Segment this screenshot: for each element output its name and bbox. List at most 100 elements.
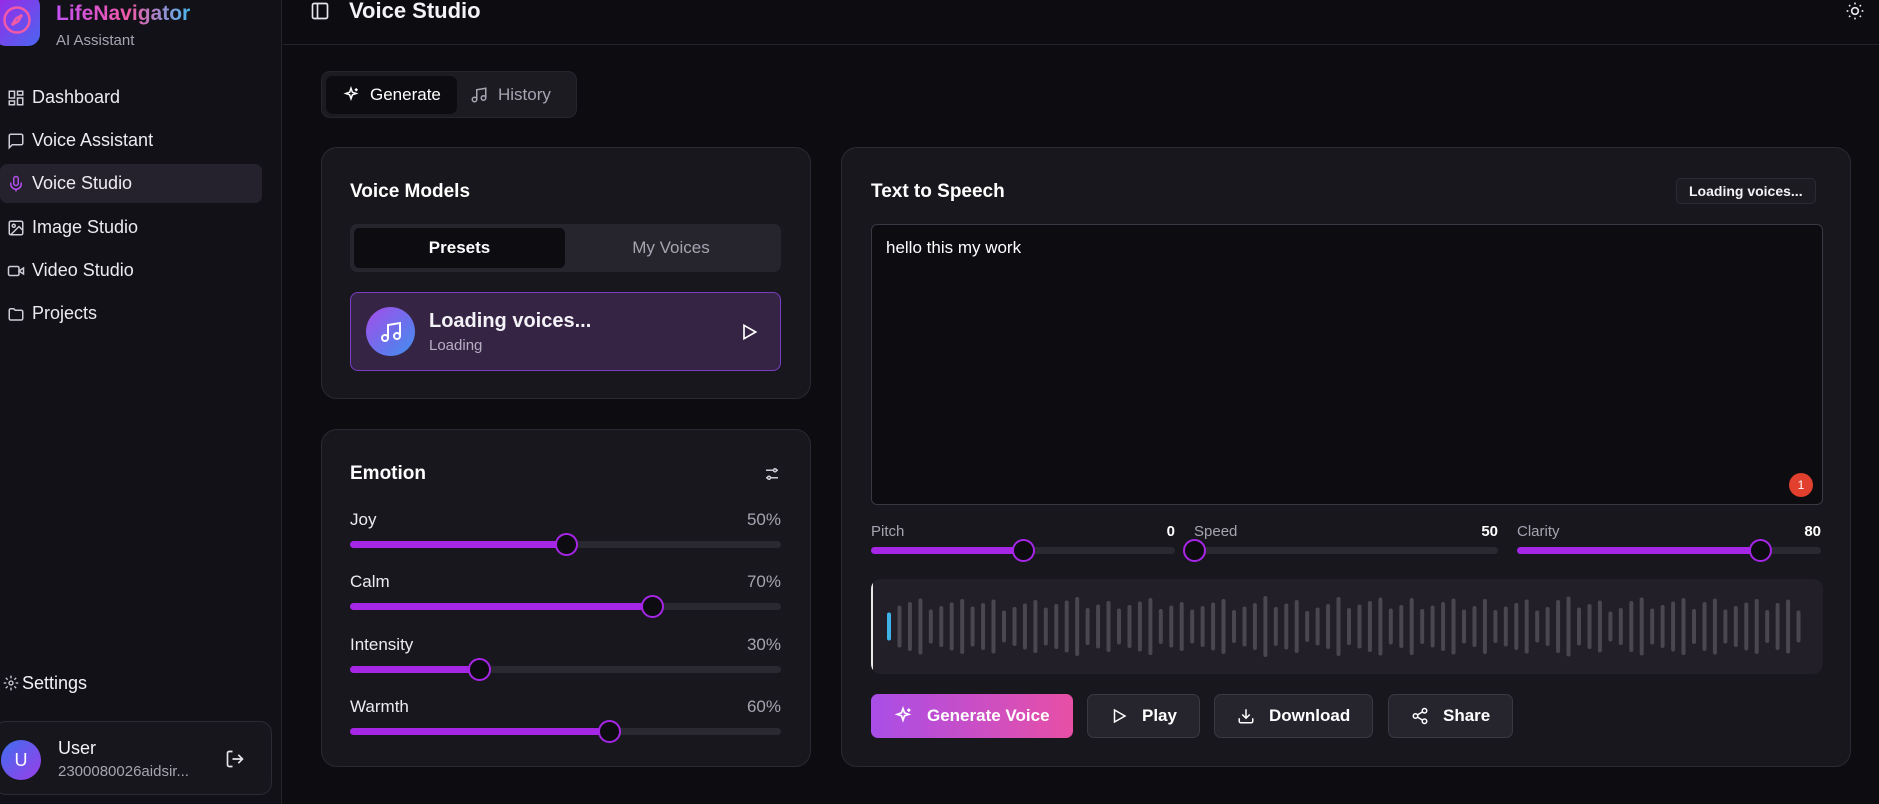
sidebar-item-voice-assistant[interactable]: Voice Assistant — [0, 121, 262, 160]
slider-track[interactable] — [1517, 539, 1821, 562]
waveform-bar — [1064, 600, 1069, 653]
param-label: Clarity — [1517, 523, 1560, 540]
tab-history-label: History — [498, 85, 551, 104]
emotion-label: Intensity — [350, 635, 414, 654]
download-button[interactable]: Download — [1214, 694, 1373, 738]
generate-voice-button[interactable]: Generate Voice — [871, 694, 1073, 738]
param-label: Speed — [1194, 523, 1238, 540]
voice-list-item[interactable]: Loading voices... Loading — [350, 292, 781, 371]
waveform[interactable] — [871, 579, 1823, 674]
waveform-bar — [1315, 607, 1320, 646]
waveform-bar — [1326, 604, 1331, 649]
waveform-bar — [1075, 597, 1080, 656]
waveform-bar — [1252, 603, 1257, 650]
voice-status: Loading — [429, 337, 483, 354]
tab-presets[interactable]: Presets — [354, 228, 565, 268]
slider-thumb[interactable] — [1183, 539, 1206, 562]
waveform-bar — [1106, 601, 1111, 652]
waveform-bar — [1357, 604, 1362, 649]
logout-icon[interactable] — [225, 749, 245, 774]
waveform-bar — [1211, 602, 1216, 651]
slider-thumb[interactable] — [468, 658, 492, 681]
slider-track[interactable] — [350, 533, 781, 556]
sliders-icon[interactable] — [763, 465, 781, 488]
voice-source-tabs: Presets My Voices — [350, 224, 781, 272]
waveform-bar — [1012, 607, 1017, 646]
gear-icon — [0, 675, 22, 691]
waveform-bar — [1660, 605, 1665, 648]
slider-track[interactable] — [350, 658, 781, 681]
waveform-bar — [1127, 605, 1132, 648]
voice-name: Loading voices... — [429, 310, 592, 332]
download-icon — [1238, 709, 1254, 724]
play-button[interactable]: Play — [1087, 694, 1200, 738]
sidebar-item-video-studio[interactable]: Video Studio — [0, 251, 262, 290]
waveform-bar — [939, 606, 944, 647]
sidebar-item-dashboard[interactable]: Dashboard — [0, 78, 262, 117]
slider-track[interactable] — [350, 720, 781, 743]
emotion-value: 50% — [746, 510, 781, 529]
waveform-bar — [1242, 606, 1247, 647]
slider-thumb[interactable] — [597, 720, 621, 743]
waveform-bar — [1117, 608, 1121, 645]
sidebar-item-label: Dashboard — [32, 87, 121, 107]
brand[interactable]: LifeNavigator AI Assistant — [0, 0, 282, 56]
param-label: Pitch — [871, 523, 905, 540]
topbar: Voice Studio — [283, 0, 1879, 45]
waveform-bar — [1587, 604, 1592, 649]
waveform-bar — [1430, 605, 1435, 648]
emotion-card: Emotion Joy 50% Calm 70% Intensity 30% W… — [321, 429, 811, 767]
settings-link[interactable]: Settings — [0, 665, 87, 701]
waveform-bar — [1179, 602, 1184, 651]
waveform-bar — [907, 602, 912, 651]
sidebar-item-image-studio[interactable]: Image Studio — [0, 208, 262, 247]
slider-thumb[interactable] — [1012, 539, 1035, 562]
slider-track[interactable] — [1183, 539, 1498, 562]
sparkles-icon — [343, 86, 359, 102]
tab-generate-label: Generate — [370, 85, 441, 104]
waveform-bar — [991, 599, 996, 654]
waveform-bar — [1545, 607, 1550, 646]
tts-title: Text to Speech — [871, 181, 1005, 202]
emotion-slider-intensity: Intensity 30% — [350, 635, 781, 681]
waveform-bar — [1524, 599, 1529, 654]
param-value: 50 — [1481, 523, 1498, 540]
share-button[interactable]: Share — [1388, 694, 1513, 738]
emotion-value: 30% — [746, 635, 781, 654]
waveform-bar — [1493, 610, 1498, 643]
playhead[interactable] — [871, 579, 873, 674]
slider-track[interactable] — [871, 539, 1175, 562]
slider-thumb[interactable] — [554, 533, 578, 556]
waveform-bar — [970, 606, 975, 647]
waveform-bar — [1420, 609, 1425, 644]
voice-models-title: Voice Models — [350, 181, 471, 202]
tab-history[interactable]: History — [470, 76, 574, 114]
brand-name: LifeNavigator — [56, 2, 191, 25]
slider-thumb[interactable] — [640, 595, 664, 618]
waveform-bar — [1232, 610, 1236, 643]
slider-thumb[interactable] — [1749, 539, 1773, 562]
sidebar-item-voice-studio[interactable]: Voice Studio — [0, 164, 262, 203]
settings-label: Settings — [22, 672, 88, 693]
play-icon[interactable] — [739, 322, 759, 347]
tts-textarea[interactable]: hello this my work 1 — [871, 224, 1823, 505]
waveform-bar — [1514, 603, 1519, 650]
user-card: U User 2300080026aidsir... — [0, 721, 272, 795]
waveform-bar — [1263, 596, 1268, 657]
issue-count-badge[interactable]: 1 — [1789, 473, 1813, 497]
slider-track[interactable] — [350, 595, 781, 618]
sidebar-item-projects[interactable]: Projects — [0, 294, 262, 333]
waveform-bar — [1085, 608, 1090, 645]
sidebar-toggle-icon[interactable] — [310, 1, 330, 26]
waveform-bar — [1681, 598, 1686, 655]
share-icon — [1412, 707, 1428, 725]
waveform-bar — [1305, 611, 1310, 642]
waveform-bar — [1169, 605, 1174, 648]
waveform-bar — [1671, 601, 1676, 652]
sun-icon[interactable] — [1845, 1, 1865, 26]
tab-generate[interactable]: Generate — [326, 76, 457, 114]
avatar[interactable]: U — [1, 740, 41, 780]
tab-my-voices[interactable]: My Voices — [565, 228, 777, 268]
tts-card: Text to Speech Loading voices... hello t… — [841, 147, 1851, 767]
mode-tabs: Generate History — [321, 71, 577, 118]
